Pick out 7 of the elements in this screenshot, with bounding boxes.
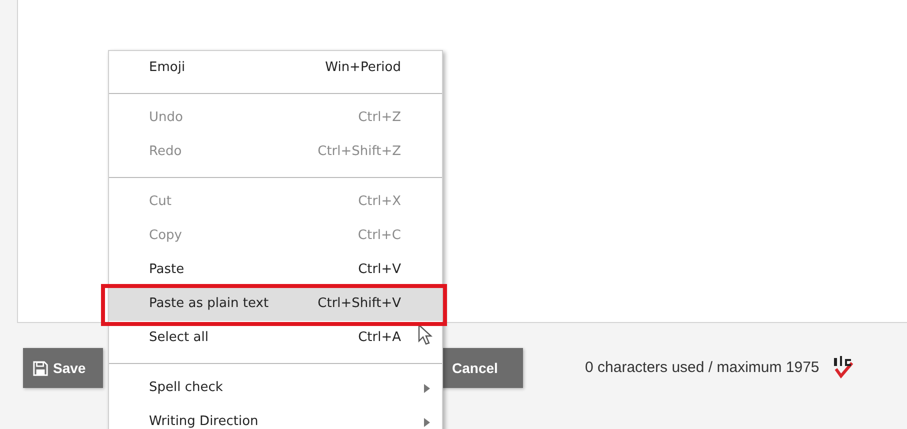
save-button[interactable]: Save [23,348,103,388]
mouse-cursor-icon [418,324,434,346]
menu-item[interactable]: Writing Direction [109,405,442,429]
menu-item[interactable]: Paste Ctrl+V [109,253,442,287]
menu-item[interactable]: Paste as plain text Ctrl+Shift+V [109,287,442,321]
character-counter: 0 characters used / maximum 1975 [585,358,820,378]
menu-item[interactable]: Emoji Win+Period [109,51,442,85]
